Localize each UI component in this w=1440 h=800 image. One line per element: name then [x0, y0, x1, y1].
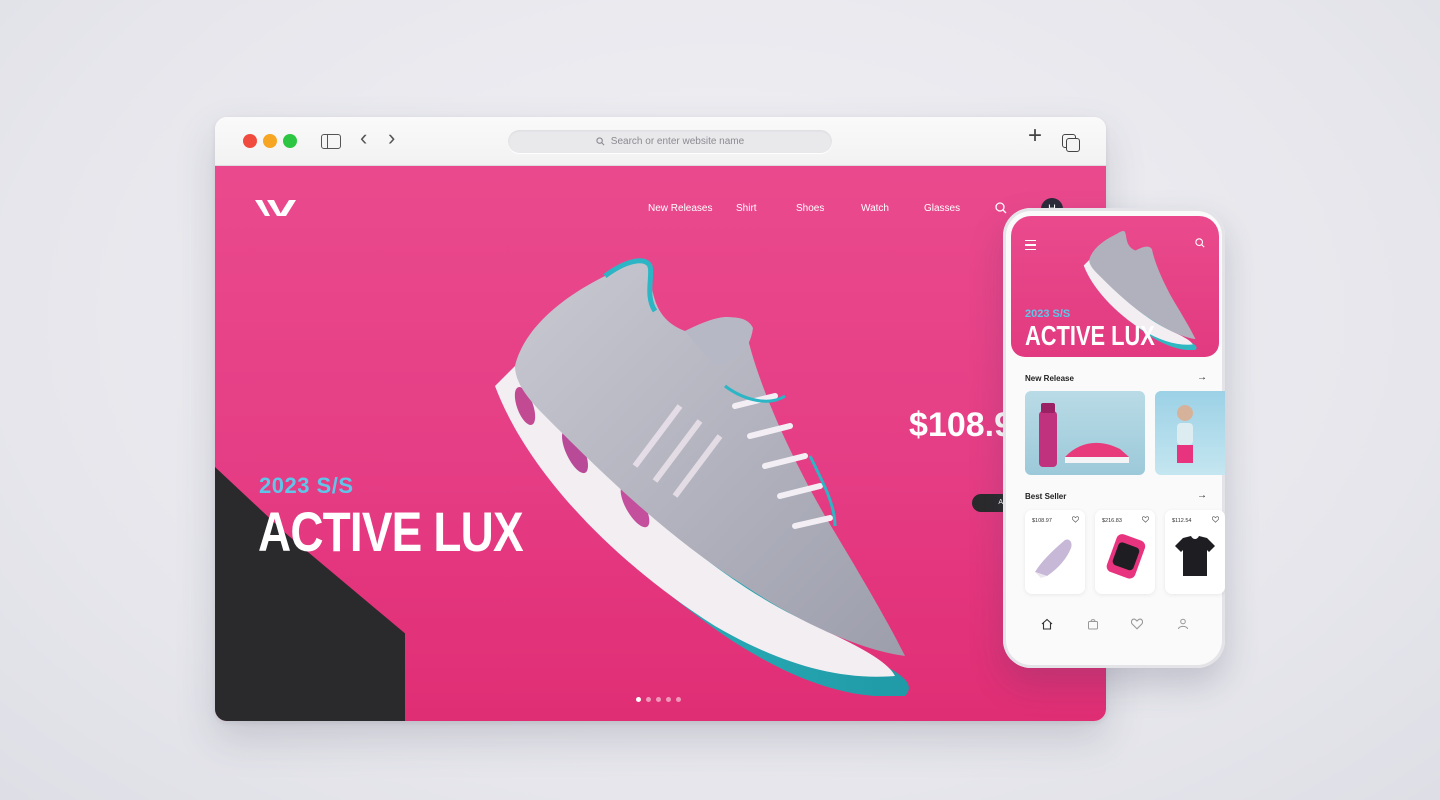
hero-title: ACTIVE LUX — [258, 500, 524, 563]
back-arrow-icon[interactable]: ‹ — [360, 127, 367, 149]
mobile-hero: 2023 S/S ACTIVE LUX — [1011, 216, 1219, 357]
sidebar-toggle-icon[interactable] — [321, 134, 341, 149]
hero-banner: New Releases Shirt Shoes Watch Glasses H — [215, 166, 1106, 721]
product-card[interactable]: $108.97 — [1025, 510, 1085, 594]
pager-dot[interactable] — [676, 697, 681, 702]
product-card[interactable]: $216.83 — [1095, 510, 1155, 594]
tshirt-icon — [1175, 536, 1215, 576]
heart-icon[interactable] — [1072, 516, 1079, 523]
address-bar[interactable]: Search or enter website name — [508, 130, 832, 153]
nav-watch[interactable]: Watch — [861, 203, 889, 214]
product-price: $112.54 — [1172, 518, 1192, 524]
bottle-and-shoe-image — [1039, 403, 1129, 467]
product-price: $216.83 — [1102, 518, 1122, 524]
new-release-heading: New Release — [1025, 374, 1074, 383]
user-icon[interactable] — [1177, 618, 1189, 630]
product-card[interactable]: $112.54 — [1165, 510, 1225, 594]
browser-window: ‹ › Search or enter website name + New R… — [215, 117, 1106, 721]
best-seller-heading: Best Seller — [1025, 492, 1067, 501]
nav-shoes[interactable]: Shoes — [796, 203, 824, 214]
new-release-card[interactable] — [1025, 391, 1145, 475]
mobile-device: 2023 S/S ACTIVE LUX New Release → Best S… — [1003, 208, 1225, 668]
hero-season: 2023 S/S — [259, 473, 354, 498]
close-window-button[interactable] — [243, 134, 257, 148]
search-icon[interactable] — [995, 202, 1007, 214]
minimize-window-button[interactable] — [263, 134, 277, 148]
sneaker-icon — [1035, 539, 1072, 578]
nav-shirt[interactable]: Shirt — [736, 203, 757, 214]
brand-logo-icon[interactable] — [255, 196, 297, 220]
heart-icon[interactable] — [1142, 516, 1149, 523]
hero-price: $108.9 — [909, 406, 1013, 444]
home-icon[interactable] — [1041, 618, 1053, 630]
address-bar-placeholder: Search or enter website name — [610, 136, 745, 147]
heart-icon[interactable] — [1212, 516, 1219, 523]
nav-new-releases[interactable]: New Releases — [648, 203, 712, 214]
pager-dot[interactable] — [646, 697, 651, 702]
sneaker-image — [495, 258, 909, 696]
new-release-card[interactable] — [1155, 391, 1225, 475]
heart-icon[interactable] — [1131, 618, 1143, 630]
search-icon — [596, 137, 605, 146]
forward-arrow-icon[interactable]: › — [388, 127, 395, 149]
pager-dot[interactable] — [656, 697, 661, 702]
carousel-pager — [636, 697, 681, 702]
nav-glasses[interactable]: Glasses — [924, 203, 960, 214]
hamburger-menu-icon[interactable] — [1025, 240, 1036, 253]
tab-overview-icon[interactable] — [1062, 134, 1080, 152]
bag-icon[interactable] — [1087, 618, 1099, 630]
pager-dot[interactable] — [666, 697, 671, 702]
maximize-window-button[interactable] — [283, 134, 297, 148]
model-image — [1177, 405, 1193, 463]
browser-toolbar: ‹ › Search or enter website name + — [215, 117, 1106, 166]
product-price: $108.97 — [1032, 518, 1052, 524]
new-tab-plus-icon[interactable]: + — [1028, 124, 1042, 148]
new-release-arrow-icon[interactable]: → — [1197, 372, 1207, 383]
mobile-hero-season: 2023 S/S — [1025, 308, 1071, 320]
pager-dot[interactable] — [636, 697, 641, 702]
best-seller-arrow-icon[interactable]: → — [1197, 490, 1207, 501]
mobile-hero-title: ACTIVE LUX — [1025, 320, 1155, 351]
smartwatch-icon — [1106, 534, 1146, 579]
